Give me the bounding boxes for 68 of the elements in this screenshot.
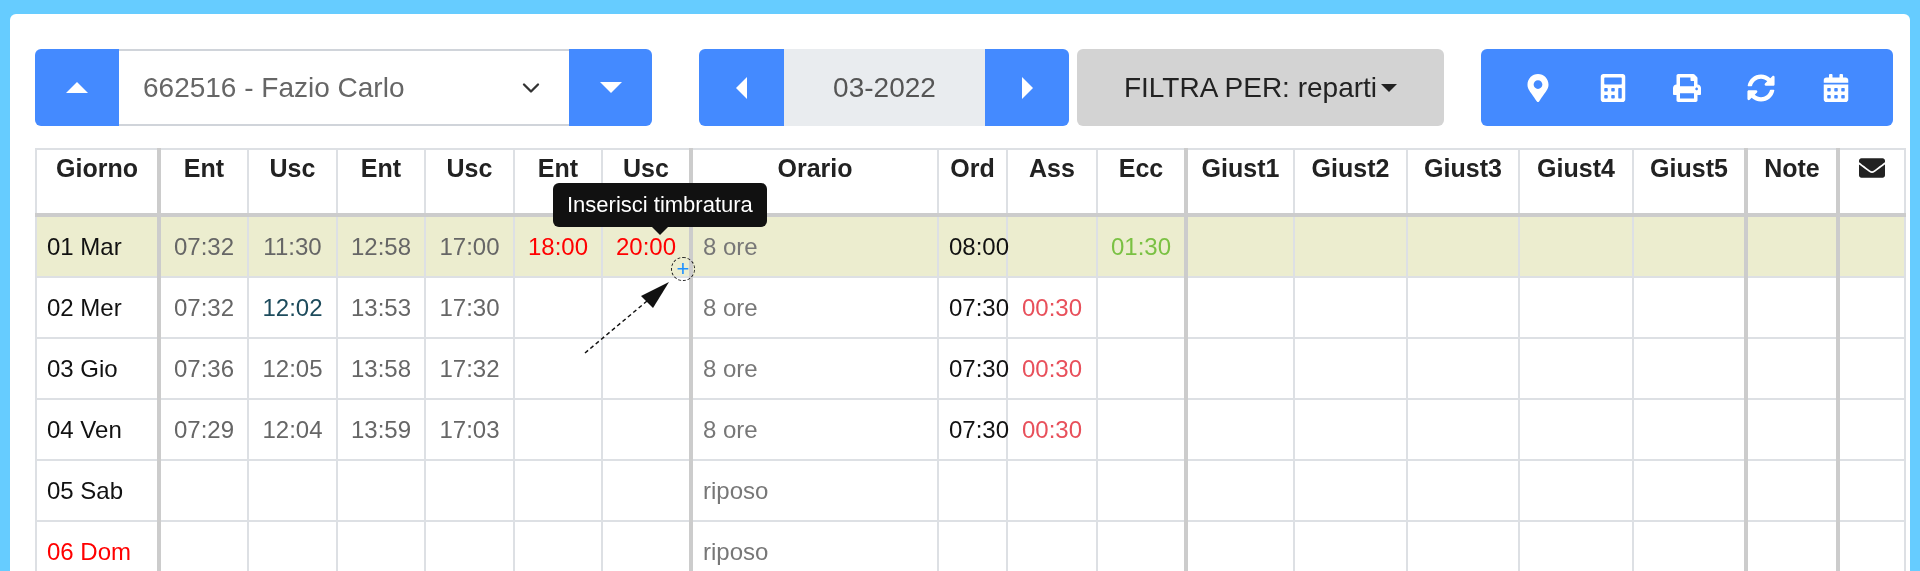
next-month-button[interactable] — [985, 49, 1069, 126]
table-cell: riposo — [691, 521, 938, 571]
table-cell: 00:30 — [1007, 277, 1097, 338]
table-cell: 07:29 — [159, 399, 248, 460]
table-cell: 12:02 — [248, 277, 337, 338]
next-employee-button[interactable] — [569, 49, 652, 126]
table-cell: 17:00 — [425, 215, 514, 277]
table-cell: 01:30 — [1097, 215, 1186, 277]
column-header: Ord — [950, 155, 995, 181]
table-cell: 12:58 — [337, 215, 425, 277]
previous-employee-button[interactable] — [35, 49, 119, 126]
table-cell: 13:53 — [337, 277, 425, 338]
table-cell: 8 ore — [691, 338, 938, 399]
column-header: Giust5 — [1650, 155, 1728, 181]
mail-icon — [1859, 155, 1885, 181]
caret-down-icon — [599, 82, 622, 93]
tooltip: Inserisci timbratura — [553, 183, 767, 235]
column-header: Ent — [360, 155, 402, 181]
table-cell: 17:30 — [425, 277, 514, 338]
filter-button[interactable]: FILTRA PER: reparti — [1077, 49, 1444, 126]
column-header: Orario — [777, 155, 853, 181]
employee-select[interactable]: 662516 - Fazio Carlo — [119, 49, 569, 126]
period-field[interactable]: 03-2022 — [784, 49, 985, 126]
caret-up-icon — [66, 82, 88, 93]
table-cell: 08:00 — [938, 215, 1007, 277]
column-header: Giust1 — [1201, 155, 1280, 181]
day-cell: 01 Mar — [36, 215, 159, 277]
table-cell: 11:30 — [248, 215, 337, 277]
table-cell: 07:36 — [159, 338, 248, 399]
caret-left-icon — [736, 76, 747, 99]
column-header: Giorno — [56, 155, 138, 181]
caret-down-icon — [1381, 83, 1398, 92]
day-cell: 06 Dom — [36, 521, 159, 571]
column-header: Ecc — [1118, 155, 1164, 181]
table-cell: 07:30 — [938, 277, 1007, 338]
column-header: Giust2 — [1311, 155, 1390, 181]
caret-right-icon — [1021, 76, 1033, 99]
table-cell: riposo — [691, 460, 938, 521]
day-cell: 03 Gio — [36, 338, 159, 399]
table-cell: 13:58 — [337, 338, 425, 399]
table-cell: 07:32 — [159, 277, 248, 338]
column-header: Ent — [537, 155, 579, 181]
table-cell: 12:05 — [248, 338, 337, 399]
column-header: Ent — [183, 155, 225, 181]
table-cell: 8 ore — [691, 215, 938, 277]
table-cell: 00:30 — [1007, 399, 1097, 460]
table-cell: 00:30 — [1007, 338, 1097, 399]
column-header: Note — [1764, 155, 1820, 181]
column-header: Ass — [1029, 155, 1075, 181]
day-cell: 04 Ven — [36, 399, 159, 460]
table-cell: 12:04 — [248, 399, 337, 460]
day-cell: 05 Sab — [36, 460, 159, 521]
table-cell: 17:32 — [425, 338, 514, 399]
table-cell: 07:32 — [159, 215, 248, 277]
column-header: Giust4 — [1537, 155, 1615, 181]
employee-value: 662516 - Fazio Carlo — [143, 71, 405, 104]
table-cell: 07:30 — [938, 338, 1007, 399]
previous-month-button[interactable] — [699, 49, 784, 126]
column-header: Usc — [623, 155, 669, 181]
table-cell: 07:30 — [938, 399, 1007, 460]
table-cell: 17:03 — [425, 399, 514, 460]
column-header: Giust3 — [1424, 155, 1502, 181]
table-cell: 8 ore — [691, 277, 938, 338]
day-cell: 02 Mer — [36, 277, 159, 338]
table-cell: 8 ore — [691, 399, 938, 460]
column-header: Usc — [446, 155, 493, 181]
table-cell: 13:59 — [337, 399, 425, 460]
column-header: Usc — [269, 155, 316, 181]
